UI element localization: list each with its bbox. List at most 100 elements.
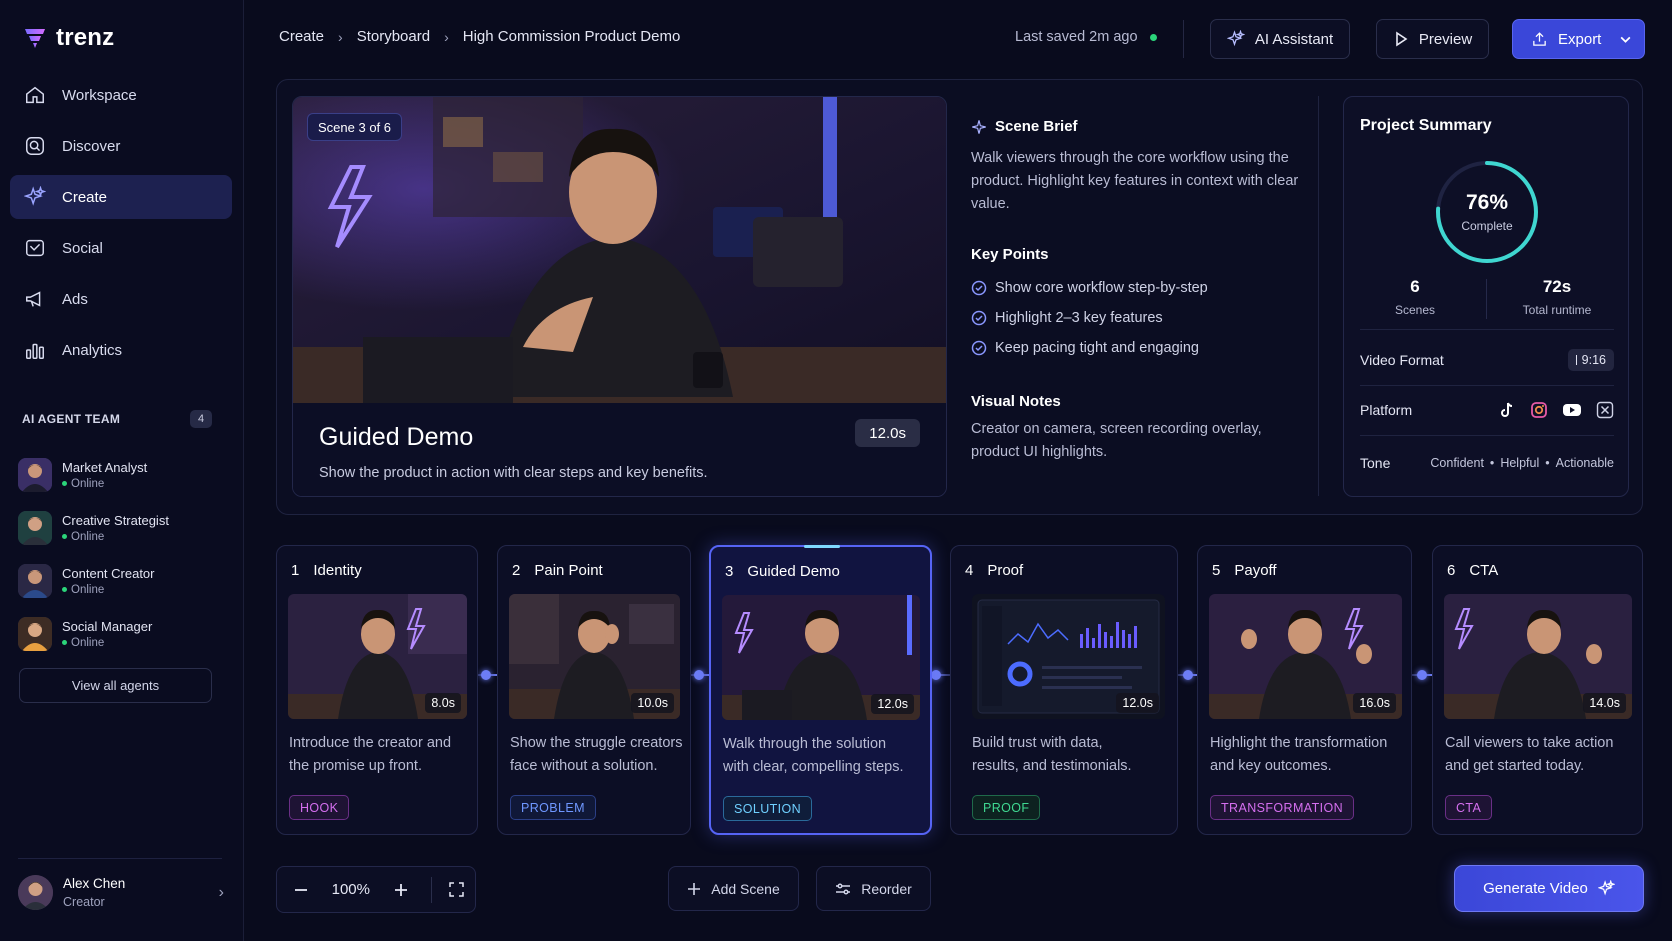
scene-title: Guided Demo: [319, 423, 474, 451]
nav-label: Create: [62, 188, 108, 206]
agent-status-text: Online: [71, 636, 105, 649]
zoom-in-button[interactable]: [377, 867, 424, 912]
generate-video-button[interactable]: Generate Video: [1454, 865, 1644, 912]
key-point-text: Show core workflow step-by-step: [995, 280, 1208, 296]
chevron-right-icon: ›: [338, 28, 343, 45]
scene-caption: Guided Demo Show the product in action w…: [293, 403, 946, 496]
agent-status: Online: [62, 584, 155, 596]
user-profile[interactable]: Alex Chen Creator ›: [18, 875, 224, 910]
check-circle-icon: [971, 340, 987, 356]
scene-card-header: 1 Identity: [291, 562, 362, 579]
scene-description: Call viewers to take action and get star…: [1445, 732, 1613, 778]
connector-dot: [931, 670, 941, 680]
tone-item: Confident: [1430, 455, 1484, 470]
nav-item-ads[interactable]: Ads: [10, 277, 232, 321]
visual-notes-text: Creator on camera, screen recording over…: [971, 421, 1262, 460]
breadcrumb-item[interactable]: Storyboard: [357, 28, 430, 45]
agent-item-creative-strategist[interactable]: Creative Strategist Online: [18, 501, 218, 554]
scene-card-2[interactable]: 2 Pain Point 10.0s Show the struggle cre…: [497, 545, 691, 835]
scene-position-badge: Scene 3 of 6: [307, 113, 402, 141]
breadcrumb-current: High Commission Product Demo: [462, 28, 681, 45]
minus-icon: [294, 888, 307, 891]
chevron-down-icon[interactable]: [1619, 33, 1632, 46]
scene-thumbnail: 10.0s: [509, 594, 680, 719]
trenz-logo-icon: [25, 29, 45, 48]
save-status: Last saved 2m ago: [1015, 29, 1157, 45]
youtube-icon[interactable]: [1562, 402, 1582, 418]
x-icon[interactable]: [1596, 401, 1614, 419]
stat-divider: [1486, 279, 1487, 319]
platform-label: Platform: [1360, 402, 1413, 418]
nav-label: Analytics: [62, 341, 123, 359]
scene-desc-line: the promise up front.: [289, 758, 422, 774]
instagram-icon[interactable]: [1530, 401, 1548, 419]
nav-label: Ads: [62, 290, 88, 308]
add-scene-button[interactable]: Add Scene: [668, 866, 799, 911]
connector-dot: [481, 670, 491, 680]
scene-connector: [1178, 670, 1198, 680]
stat-value: 6: [1410, 277, 1420, 296]
generate-video-label: Generate Video: [1483, 880, 1588, 897]
scene-card-title: Payoff: [1234, 562, 1277, 579]
nav-label: Social: [62, 239, 103, 257]
key-point-text: Keep pacing tight and engaging: [995, 340, 1199, 356]
progress-percent: 76%: [1465, 191, 1509, 214]
bar-chart-icon: [26, 343, 44, 359]
avatar: [18, 563, 52, 598]
agent-name: Creative Strategist: [62, 512, 169, 528]
scene-card-4[interactable]: 4 Proof 12.0s Build trust with data, res…: [950, 545, 1178, 835]
agent-team-title: AI AGENT TEAM: [22, 412, 121, 426]
avatar: [18, 875, 53, 910]
scene-thumbnail: 16.0s: [1209, 594, 1402, 719]
nav-item-create[interactable]: Create: [10, 175, 232, 219]
nav-item-analytics[interactable]: Analytics: [10, 328, 232, 372]
scene-card-header: 5 Payoff: [1212, 562, 1277, 579]
view-all-agents-button[interactable]: View all agents: [19, 668, 212, 703]
preview-button[interactable]: Preview: [1376, 19, 1489, 59]
scene-card-1[interactable]: 1 Identity 8.0s Introduce the creator an…: [276, 545, 478, 835]
scene-description: Show the struggle creators face without …: [510, 732, 682, 778]
nav-item-social[interactable]: Social: [10, 226, 232, 270]
scene-card-title: CTA: [1469, 562, 1499, 579]
scene-preview[interactable]: Scene 3 of 6 Guided Demo Show the produc…: [292, 96, 947, 497]
scene-card-title: Guided Demo: [747, 563, 840, 580]
sparkle-icon: [1226, 30, 1245, 47]
reorder-button[interactable]: Reorder: [816, 866, 931, 911]
fullscreen-button[interactable]: [438, 867, 475, 912]
video-format-value: 9:16: [1581, 353, 1606, 367]
breadcrumb-item[interactable]: Create: [279, 28, 324, 45]
summary-divider: [1360, 329, 1614, 330]
ai-assistant-button[interactable]: AI Assistant: [1210, 19, 1350, 59]
tiktok-icon[interactable]: [1498, 401, 1516, 419]
video-format-chip[interactable]: 9:16: [1567, 349, 1614, 371]
scene-connector: [691, 670, 711, 680]
scene-card-5[interactable]: 5 Payoff 16.0s Highlight the transformat…: [1197, 545, 1412, 835]
discover-icon: [26, 137, 44, 155]
topbar-divider: [1183, 20, 1184, 58]
social-icon: [26, 239, 44, 257]
key-points-title: Key Points: [971, 246, 1049, 263]
scene-card-title: Identity: [313, 562, 362, 579]
scene-card-title: Pain Point: [534, 562, 603, 579]
brand-logo[interactable]: trenz: [24, 24, 114, 52]
tone-label: Tone: [1360, 454, 1391, 471]
scene-duration: 12.0s: [871, 694, 914, 714]
scene-card-6[interactable]: 6 CTA 14.0s Call viewers to take action …: [1432, 545, 1643, 835]
save-status-text: Last saved 2m ago: [1015, 29, 1138, 45]
sparkle-icon: [24, 186, 46, 206]
agent-status: Online: [62, 531, 169, 543]
scene-duration: 16.0s: [1353, 693, 1396, 713]
agent-item-market-analyst[interactable]: Market Analyst Online: [18, 448, 218, 501]
agent-item-content-creator[interactable]: Content Creator Online: [18, 554, 218, 607]
scene-duration: 10.0s: [631, 693, 674, 713]
agent-item-social-manager[interactable]: Social Manager Online: [18, 607, 218, 660]
scene-brief: Scene Brief Walk viewers through the cor…: [971, 118, 1301, 464]
nav-item-workspace[interactable]: Workspace: [10, 73, 232, 117]
zoom-out-button[interactable]: [277, 867, 324, 912]
scene-card-3[interactable]: 3 Guided Demo 12.0s Walk through the sol…: [709, 545, 932, 835]
chevron-right-icon[interactable]: ›: [219, 884, 224, 902]
export-button[interactable]: Export: [1512, 19, 1645, 59]
nav-item-discover[interactable]: Discover: [10, 124, 232, 168]
check-circle-icon: [971, 280, 987, 296]
sparkle-icon: [1597, 880, 1615, 896]
